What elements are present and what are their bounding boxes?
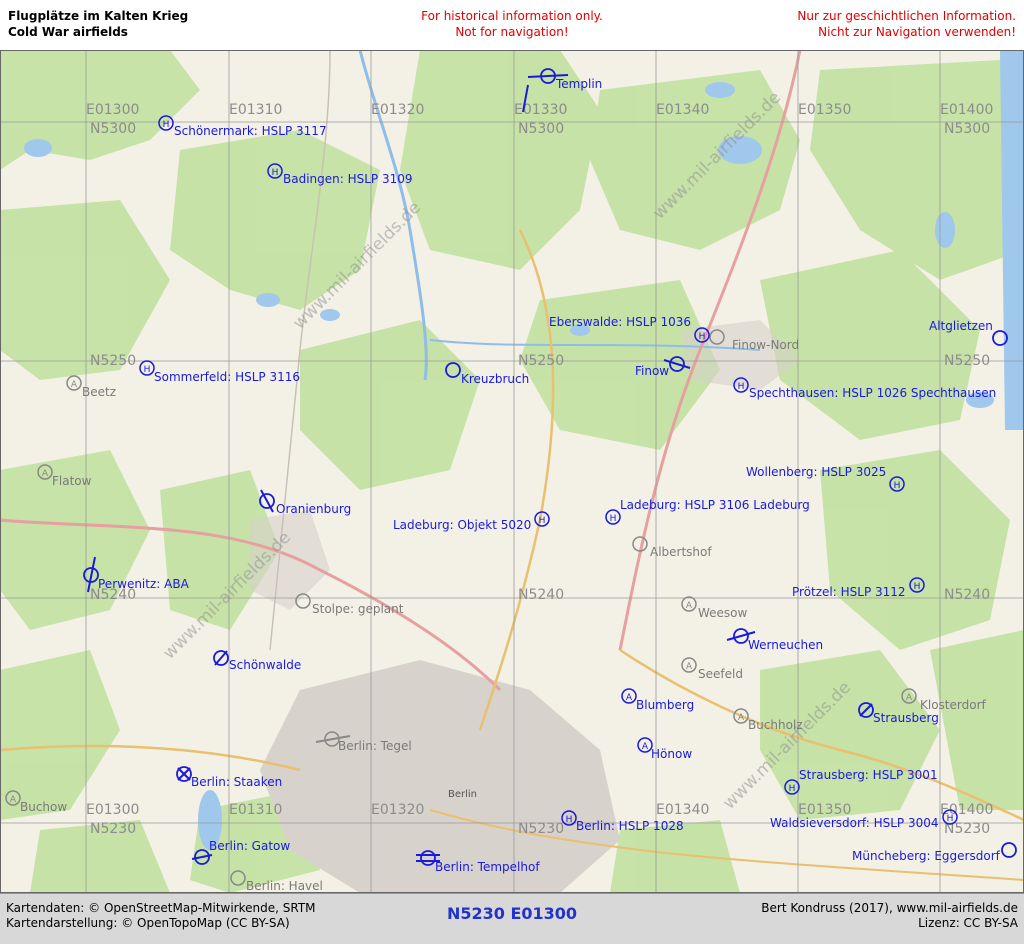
airfield-label: Schönermark: HSLP 3117 xyxy=(174,124,327,138)
airfield-label: Waldsieversdorf: HSLP 3004 xyxy=(770,816,939,830)
airfield-label: Berlin: Gatow xyxy=(209,839,290,853)
airfield-label: Prötzel: HSLP 3112 xyxy=(792,585,906,599)
license-text: Lizenz: CC BY-SA xyxy=(918,916,1018,930)
place-label: Berlin: Havel xyxy=(246,879,323,893)
grid-label: N5250 xyxy=(90,353,136,369)
heliport-h-glyph: H xyxy=(539,516,546,526)
grid-label: N5300 xyxy=(90,121,136,137)
place-label: Weesow xyxy=(698,606,748,620)
heliport-h-glyph: H xyxy=(914,582,921,592)
airfield-label: Oranienburg xyxy=(276,502,351,516)
airfield-label: Wollenberg: HSLP 3025 xyxy=(746,465,886,479)
heliport-h-glyph: H xyxy=(272,168,279,178)
place-label: Klosterdorf xyxy=(920,698,987,712)
city-label-berlin: Berlin xyxy=(448,789,477,800)
airport-a-glyph: A xyxy=(738,713,745,723)
grid-label: N5300 xyxy=(518,121,564,137)
airfield-label: Blumberg xyxy=(636,698,694,712)
topographic-map[interactable]: E01300 E01310 E01320 E01330 E01340 E0135… xyxy=(0,50,1024,893)
grid-label: E01310 xyxy=(229,802,282,818)
warning-german-line2: Nicht zur Navigation verwenden! xyxy=(818,25,1016,39)
heliport-h-glyph: H xyxy=(738,382,745,392)
place-label: Albertshof xyxy=(650,545,712,559)
grid-label: E01340 xyxy=(656,802,709,818)
place-label: Seefeld xyxy=(698,667,743,681)
airport-a-glyph: A xyxy=(71,380,78,390)
grid-label: N5300 xyxy=(944,121,990,137)
grid-label: E01300 xyxy=(86,102,139,118)
place-label: Finow-Nord xyxy=(732,338,799,352)
grid-label: N5230 xyxy=(90,821,136,837)
heliport-h-glyph: H xyxy=(144,365,151,375)
airfield-label: Finow xyxy=(635,364,669,378)
author-credit[interactable]: Bert Kondruss (2017), www.mil-airfields.… xyxy=(761,901,1018,916)
airfield-label: Berlin: Tempelhof xyxy=(435,860,540,874)
airfield-label: Berlin: Staaken xyxy=(191,775,282,789)
airfield-label: Müncheberg: Eggersdorf xyxy=(852,849,1001,863)
heliport-h-glyph: H xyxy=(610,514,617,524)
airfield-label: Spechthausen: HSLP 1026 Spechthausen xyxy=(749,386,996,400)
airport-a-glyph: A xyxy=(10,795,17,805)
place-label: Berlin: Tegel xyxy=(338,739,412,753)
warning-german-line1: Nur zur geschichtlichen Information. xyxy=(797,9,1016,23)
place-label: Buchholz xyxy=(748,718,803,732)
airfield-label: Werneuchen xyxy=(748,638,823,652)
grid-label: E01300 xyxy=(86,802,139,818)
airport-a-glyph: A xyxy=(626,693,633,703)
airfield-label: Sommerfeld: HSLP 3116 xyxy=(154,370,300,384)
heliport-h-glyph: H xyxy=(894,481,901,491)
grid-label: N5240 xyxy=(944,587,990,603)
airport-a-glyph: A xyxy=(42,469,49,479)
grid-label: E01400 xyxy=(940,102,993,118)
grid-label: E01320 xyxy=(371,102,424,118)
airfield-label: Altglietzen xyxy=(929,319,993,333)
airport-a-glyph: A xyxy=(686,662,693,672)
airfield-label: Badingen: HSLP 3109 xyxy=(283,172,413,186)
place-label: Beetz xyxy=(82,385,116,399)
grid-label: N5250 xyxy=(518,353,564,369)
grid-label: E01320 xyxy=(371,802,424,818)
grid-label: N5240 xyxy=(518,587,564,603)
airfield-label: Templin xyxy=(555,77,602,91)
place-label: Flatow xyxy=(52,474,92,488)
heliport-h-glyph: H xyxy=(947,814,954,824)
airfield-label: Perwenitz: ABA xyxy=(98,577,190,591)
airfield-label: Hönow xyxy=(651,747,692,761)
heliport-h-glyph: H xyxy=(789,784,796,794)
heliport-h-glyph: H xyxy=(566,815,573,825)
map-footer: Kartendaten: © OpenStreetMap-Mitwirkende… xyxy=(0,893,1024,944)
heliport-h-glyph: H xyxy=(163,120,170,130)
grid-label: E01340 xyxy=(656,102,709,118)
grid-label: N5230 xyxy=(518,821,564,837)
airfield-label: Schönwalde xyxy=(229,658,301,672)
airfield-label: Eberswalde: HSLP 1036 xyxy=(549,315,691,329)
airport-a-glyph: A xyxy=(906,693,913,703)
airfield-label: Kreuzbruch xyxy=(461,372,529,386)
airfield-label: Strausberg: HSLP 3001 xyxy=(799,768,938,782)
airport-a-glyph: A xyxy=(686,601,693,611)
grid-label: N5250 xyxy=(944,353,990,369)
airfield-label: Strausberg xyxy=(873,711,939,725)
airport-a-glyph: A xyxy=(642,742,649,752)
grid-label: E01330 xyxy=(514,102,567,118)
place-label: Buchow xyxy=(20,800,67,814)
map-header: Flugplätze im Kalten Krieg Cold War airf… xyxy=(0,0,1024,50)
airfield-label: Berlin: HSLP 1028 xyxy=(576,819,684,833)
airfield-label: Ladeburg: Objekt 5020 xyxy=(393,518,531,532)
grid-label: E01350 xyxy=(798,102,851,118)
place-label: Stolpe: geplant xyxy=(312,602,404,616)
heliport-h-glyph: H xyxy=(699,332,706,342)
airfield-label: Ladeburg: HSLP 3106 Ladeburg xyxy=(620,498,810,512)
grid-label: E01310 xyxy=(229,102,282,118)
